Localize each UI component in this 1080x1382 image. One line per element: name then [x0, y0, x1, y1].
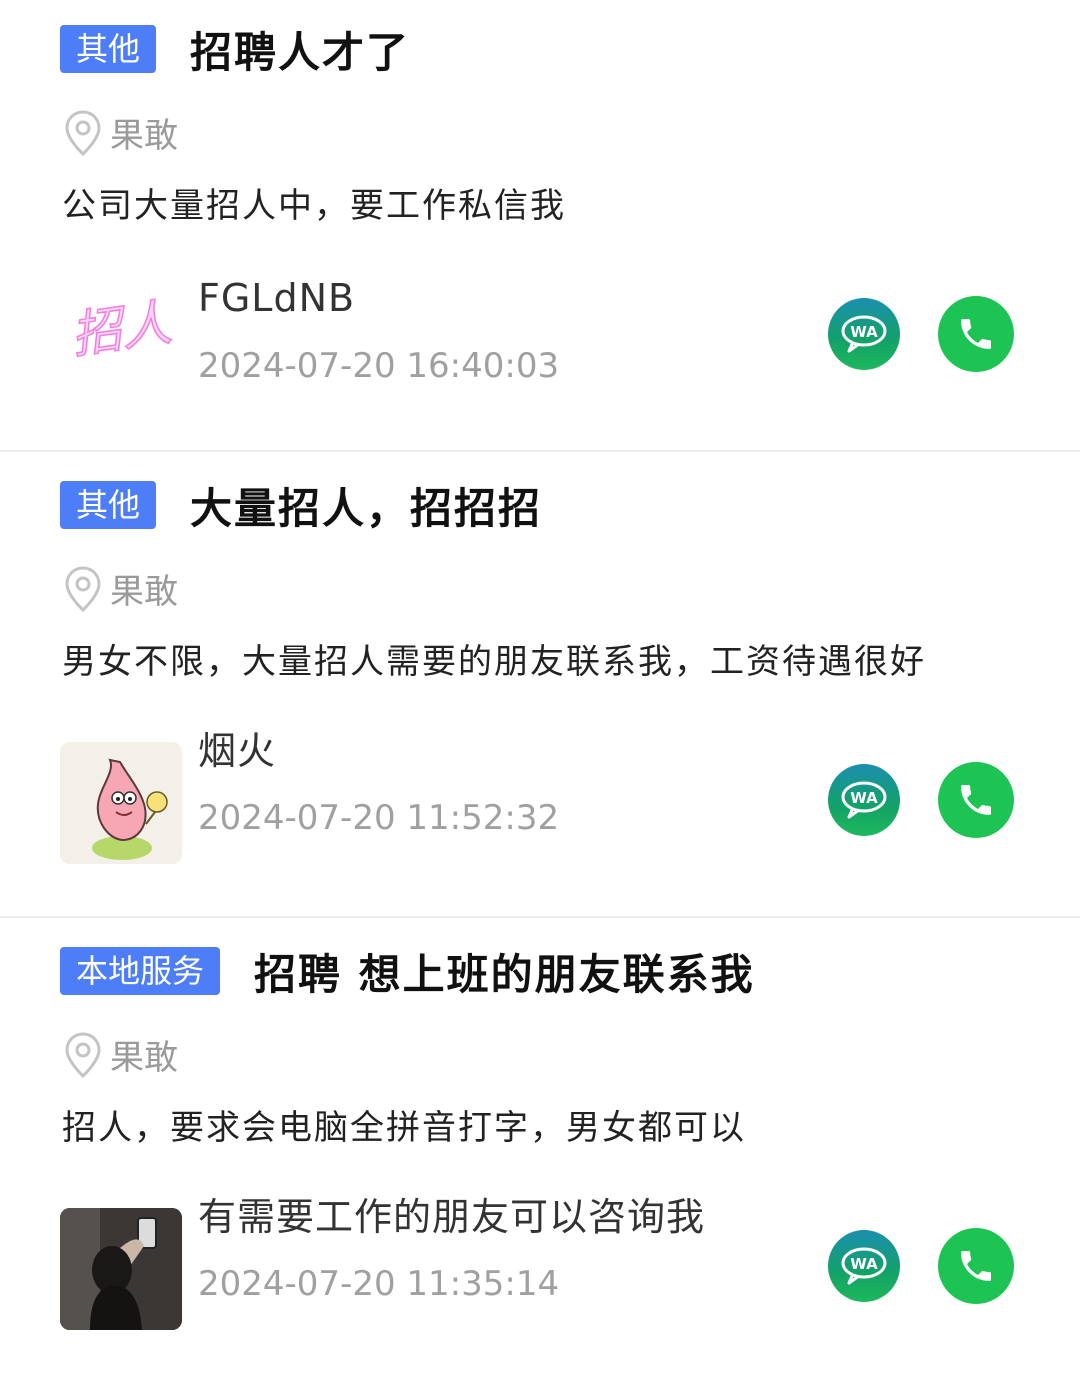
post-timestamp: 2024-07-20 16:40:03: [198, 346, 560, 386]
whatsapp-button[interactable]: WA: [828, 298, 900, 370]
avatar[interactable]: [60, 742, 182, 864]
post-title[interactable]: 招聘 想上班的朋友联系我: [254, 941, 755, 1002]
selfie-photo-avatar-image: [60, 1208, 182, 1330]
whatsapp-button[interactable]: WA: [828, 1230, 900, 1302]
phone-icon: [961, 1251, 991, 1281]
post-timestamp: 2024-07-20 11:52:32: [198, 798, 560, 838]
post-description: 公司大量招人中，要工作私信我: [62, 186, 566, 226]
location-row: 果敢: [64, 1030, 178, 1079]
whatsapp-icon: WA: [841, 781, 887, 819]
avatar[interactable]: [60, 1208, 182, 1330]
username[interactable]: 烟火: [198, 720, 276, 775]
location-pin-icon: [65, 109, 101, 156]
phone-icon: [961, 319, 991, 349]
whatsapp-icon: WA: [841, 315, 887, 353]
post-title[interactable]: 招聘人才了: [190, 19, 410, 80]
location-row: 果敢: [64, 564, 178, 613]
username[interactable]: FGLdNB: [198, 276, 355, 320]
whatsapp-icon: WA: [841, 1247, 887, 1285]
post-title[interactable]: 大量招人，招招招: [190, 475, 542, 536]
location-row: 果敢: [64, 108, 178, 157]
avatar[interactable]: 招人: [60, 266, 182, 388]
svg-text:WA: WA: [850, 323, 878, 341]
whatsapp-button[interactable]: WA: [828, 764, 900, 836]
location-label: 果敢: [110, 572, 178, 612]
category-tag: 本地服务: [60, 947, 221, 995]
location-pin-icon: [65, 1031, 101, 1078]
post-description: 男女不限，大量招人需要的朋友联系我，工资待遇很好: [62, 642, 926, 682]
location-pin-icon: [65, 565, 101, 612]
post-header: 其他 招聘人才了: [60, 24, 410, 77]
svg-text:WA: WA: [850, 1255, 878, 1273]
post-card[interactable]: 其他 大量招人，招招招 果敢 男女不限，大量招人需要的朋友联系我，工资待遇很好 …: [0, 450, 1080, 916]
svg-text:WA: WA: [850, 789, 878, 807]
cartoon-star-avatar-image: [60, 742, 182, 864]
category-tag: 其他: [60, 25, 157, 73]
avatar-neon-text: 招人: [68, 293, 175, 364]
username[interactable]: 有需要工作的朋友可以咨询我: [198, 1186, 705, 1241]
post-timestamp: 2024-07-20 11:35:14: [198, 1264, 560, 1304]
phone-icon: [961, 785, 991, 815]
location-label: 果敢: [110, 1038, 178, 1078]
post-header: 本地服务 招聘 想上班的朋友联系我: [60, 946, 755, 999]
category-tag: 其他: [60, 481, 157, 529]
post-card[interactable]: 其他 招聘人才了 果敢 公司大量招人中，要工作私信我 招人 FGLdNB 202…: [0, 0, 1080, 450]
post-description: 招人，要求会电脑全拼音打字，男女都可以: [62, 1108, 746, 1148]
call-button[interactable]: [938, 296, 1014, 372]
call-button[interactable]: [938, 1228, 1014, 1304]
location-label: 果敢: [110, 116, 178, 156]
post-card[interactable]: 本地服务 招聘 想上班的朋友联系我 果敢 招人，要求会电脑全拼音打字，男女都可以…: [0, 916, 1080, 1382]
post-header: 其他 大量招人，招招招: [60, 480, 542, 533]
call-button[interactable]: [938, 762, 1014, 838]
